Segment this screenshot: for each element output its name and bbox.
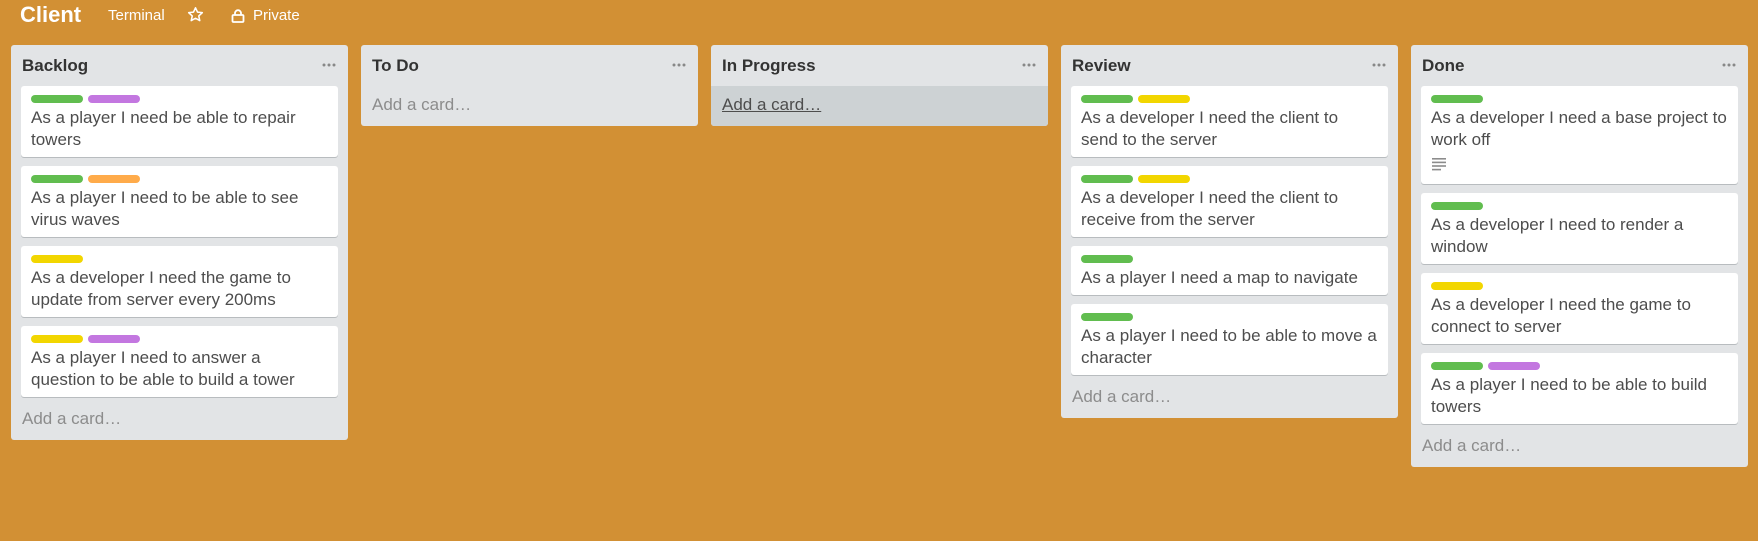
card-title: As a player I need a map to navigate [1081,268,1358,287]
label-green [1081,313,1133,321]
star-button[interactable] [187,6,204,23]
list-done: Done As a developer I need a base projec… [1411,45,1748,467]
card-title: As a player I need to answer a question … [31,348,295,389]
add-card-button[interactable]: Add a card… [711,86,1048,126]
label-green [1081,255,1133,263]
list-header: Backlog [11,45,348,86]
label-green [31,95,83,103]
visibility-label: Private [253,7,300,24]
lock-icon [231,9,245,23]
label-purple [88,335,140,343]
card-title: As a developer I need to render a window [1431,215,1684,256]
label-yellow [31,335,83,343]
team-button[interactable]: Terminal [108,6,165,26]
list-title[interactable]: Backlog [22,56,88,76]
team-name: Terminal [108,7,165,24]
card[interactable]: As a player I need to be able to build t… [1421,353,1738,424]
card[interactable]: As a developer I need to render a window [1421,193,1738,264]
card-title: As a player I need to be able to see vir… [31,188,299,229]
more-icon[interactable] [1021,58,1037,70]
more-icon[interactable] [321,58,337,70]
label-green [1431,362,1483,370]
visibility-button[interactable]: Private [231,6,300,26]
card-title: As a developer I need the game to connec… [1431,295,1691,336]
card[interactable]: As a player I need to be able to see vir… [21,166,338,237]
list-in-progress: In Progress Add a card… [711,45,1048,126]
list-header: Review [1061,45,1398,86]
list-todo: To Do Add a card… [361,45,698,126]
more-icon[interactable] [1371,58,1387,70]
card[interactable]: As a developer I need the game to update… [21,246,338,317]
list-title[interactable]: In Progress [722,56,816,76]
list-review: Review As a developer I need the client … [1061,45,1398,418]
label-green [1431,95,1483,103]
list-header: Done [1411,45,1748,86]
card-title: As a developer I need the client to send… [1081,108,1339,149]
label-yellow [31,255,83,263]
board-title[interactable]: Client [20,1,81,29]
card-title: As a developer I need a base project to … [1431,108,1727,149]
card-title: As a developer I need the game to update… [31,268,291,309]
more-icon[interactable] [1721,58,1737,70]
card[interactable]: As a developer I need the client to send… [1071,86,1388,157]
card[interactable]: As a developer I need the client to rece… [1071,166,1388,237]
description-icon [1431,157,1728,176]
add-card-button[interactable]: Add a card… [11,400,348,440]
board-header: Client Terminal Private [0,0,1758,32]
label-yellow [1138,175,1190,183]
label-green [1081,175,1133,183]
list-title[interactable]: Done [1422,56,1465,76]
label-yellow [1138,95,1190,103]
label-green [1431,202,1483,210]
label-purple [88,95,140,103]
list-title[interactable]: To Do [372,56,419,76]
label-green [1081,95,1133,103]
list-header: In Progress [711,45,1048,86]
label-orange [88,175,140,183]
add-card-button[interactable]: Add a card… [1411,427,1748,467]
card[interactable]: As a player I need be able to repair tow… [21,86,338,157]
star-icon [187,6,204,23]
card[interactable]: As a player I need a map to navigate [1071,246,1388,295]
card-title: As a player I need be able to repair tow… [31,108,296,149]
list-backlog: Backlog As a player I need be able to re… [11,45,348,440]
card[interactable]: As a player I need to be able to move a … [1071,304,1388,375]
card-title: As a player I need to be able to build t… [1431,375,1707,416]
card[interactable]: As a developer I need the game to connec… [1421,273,1738,344]
label-yellow [1431,282,1483,290]
card-title: As a player I need to be able to move a … [1081,326,1377,367]
more-icon[interactable] [671,58,687,70]
card-title: As a developer I need the client to rece… [1081,188,1339,229]
add-card-button[interactable]: Add a card… [361,86,698,126]
list-title[interactable]: Review [1072,56,1131,76]
card[interactable]: As a developer I need a base project to … [1421,86,1738,184]
list-header: To Do [361,45,698,86]
label-green [31,175,83,183]
add-card-button[interactable]: Add a card… [1061,378,1398,418]
card[interactable]: As a player I need to answer a question … [21,326,338,397]
label-purple [1488,362,1540,370]
